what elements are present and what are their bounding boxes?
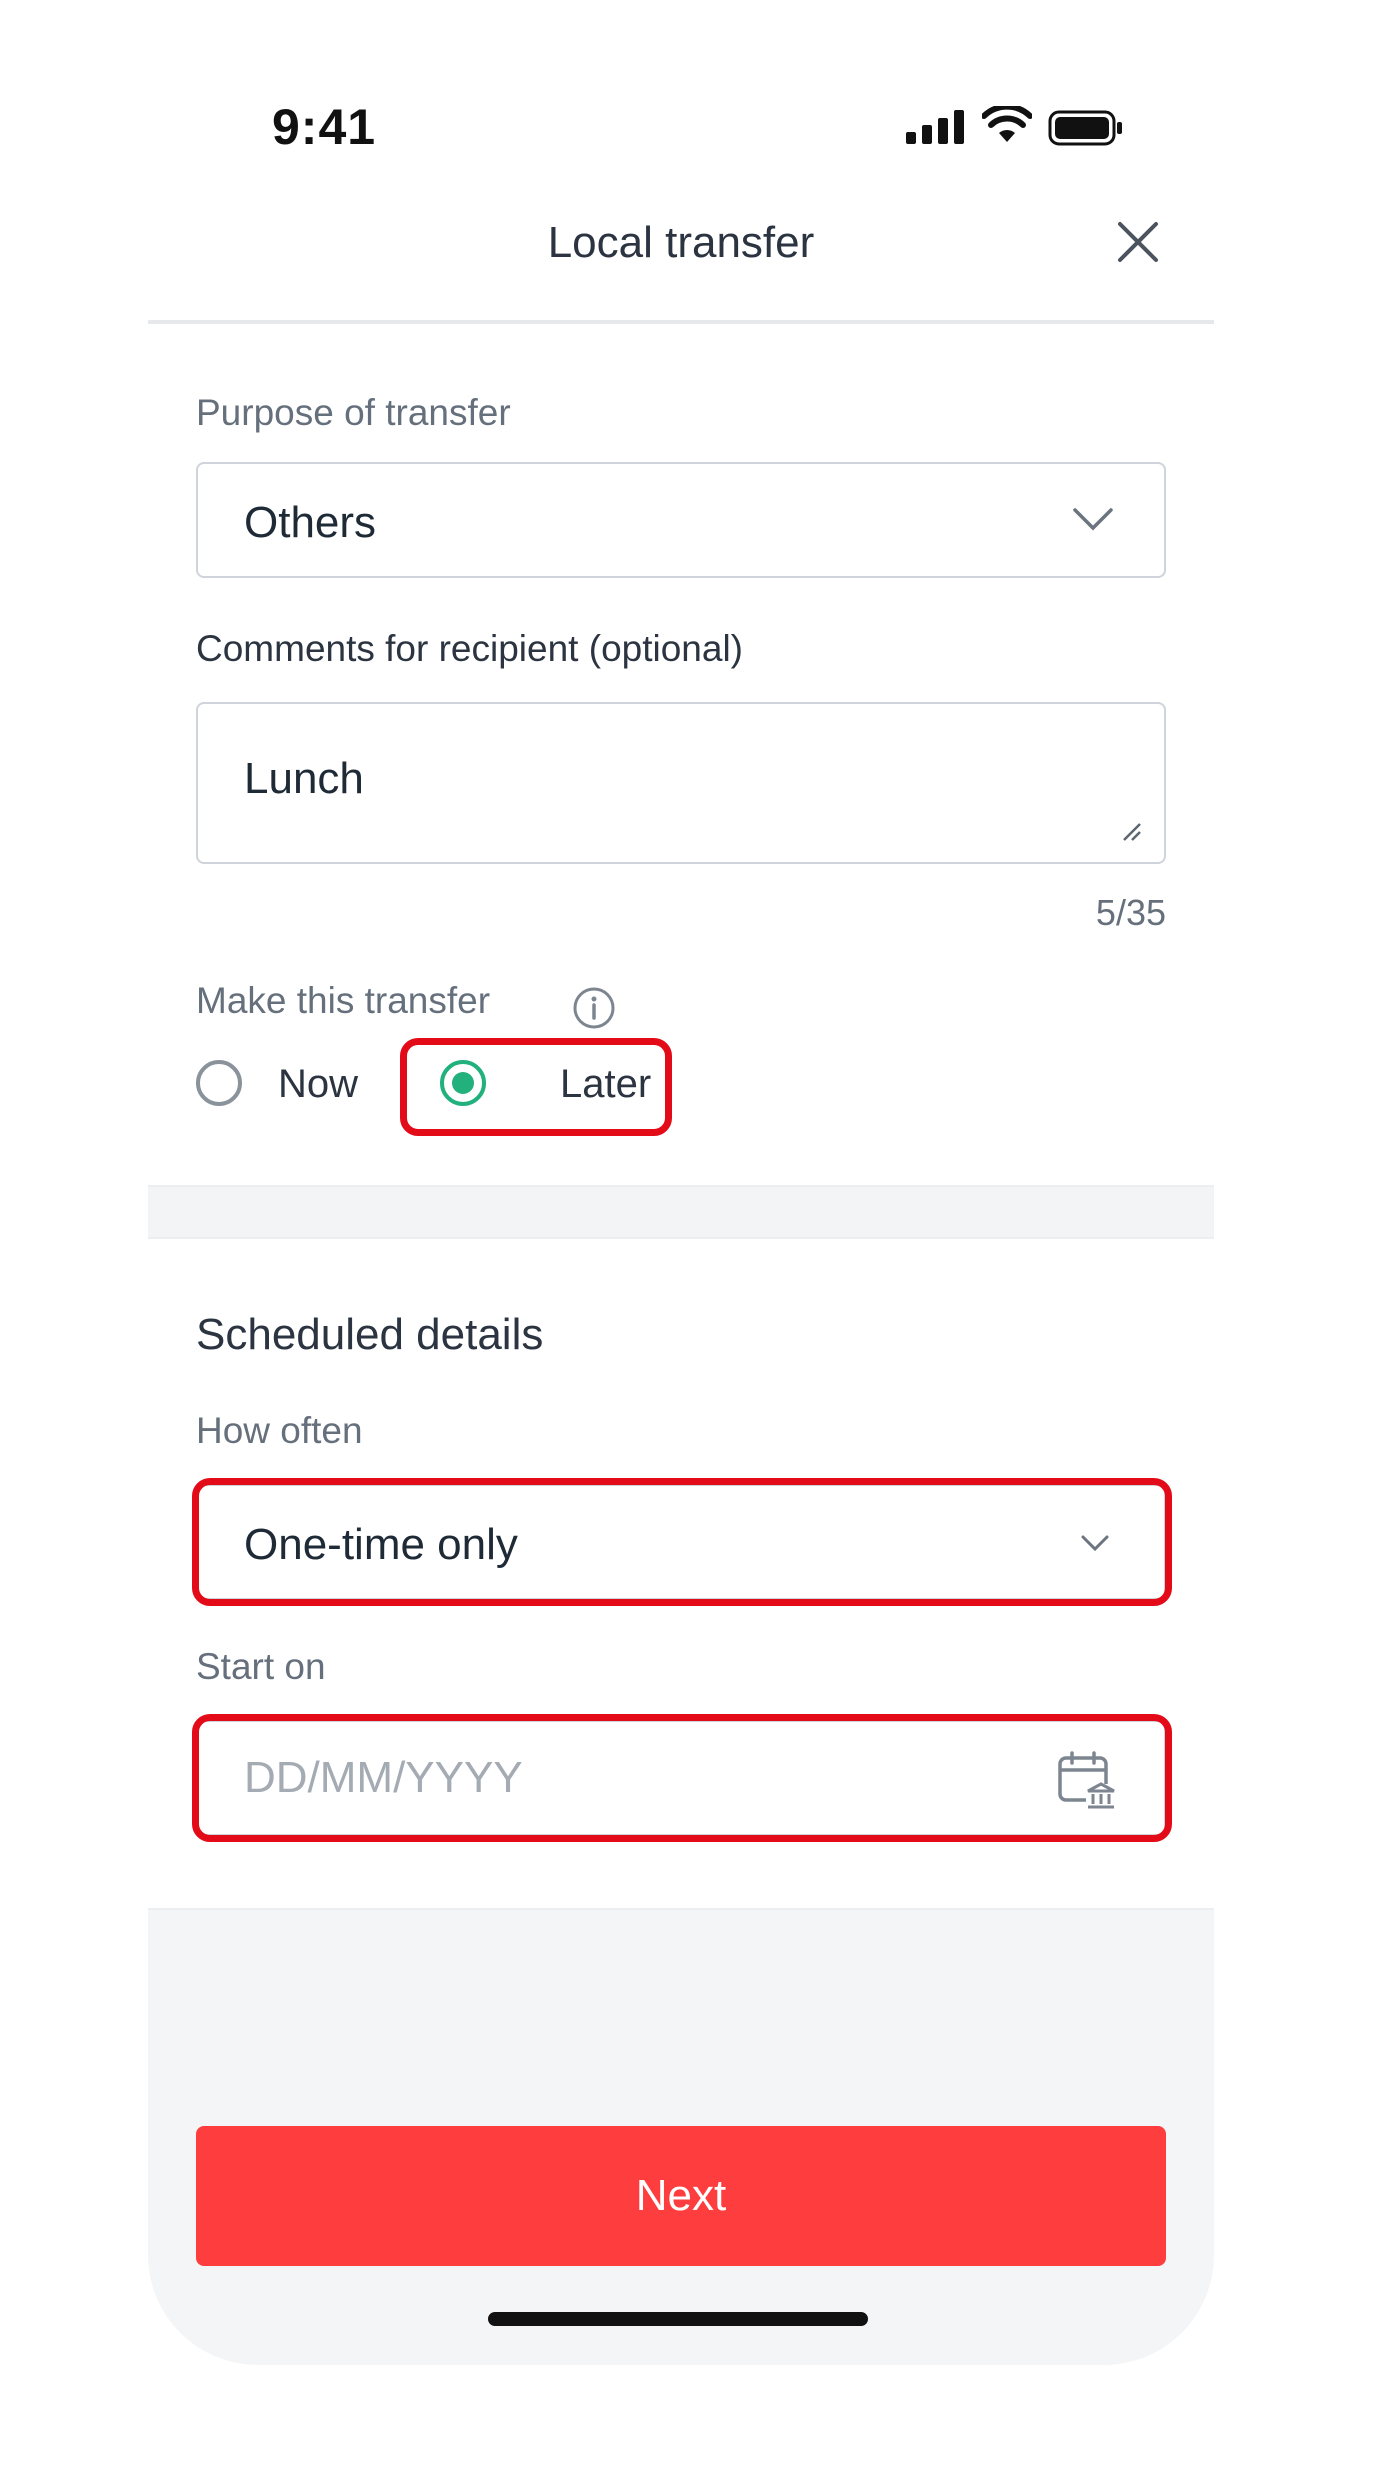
comments-textarea[interactable]: Lunch — [196, 702, 1166, 864]
comments-value: Lunch — [244, 754, 364, 803]
header: Local transfer — [148, 190, 1214, 320]
frequency-label: How often — [196, 1410, 363, 1451]
start-date-input[interactable] — [242, 1752, 1006, 1804]
phone-screen: 9:41 Local transfer Purpose of transfer … — [148, 0, 1214, 2365]
scheduled-details-title: Scheduled details — [196, 1310, 544, 1359]
home-indicator — [488, 2312, 868, 2326]
header-divider — [148, 320, 1214, 324]
footer: Next — [148, 1908, 1214, 2365]
comments-label: Comments for recipient (optional) — [196, 628, 743, 669]
info-icon[interactable] — [572, 986, 616, 1030]
resize-handle-icon[interactable] — [1120, 820, 1142, 842]
close-icon[interactable] — [1108, 212, 1168, 272]
frequency-select[interactable]: One-time only — [196, 1484, 1166, 1600]
timing-label: Make this transfer — [196, 980, 491, 1021]
start-date-label: Start on — [196, 1646, 326, 1687]
signal-icon — [906, 110, 964, 144]
radio-later[interactable] — [440, 1060, 486, 1106]
battery-icon — [1048, 110, 1122, 146]
wifi-icon — [982, 106, 1032, 142]
purpose-select[interactable]: Others — [196, 462, 1166, 578]
chevron-down-icon — [1073, 508, 1113, 531]
section-divider — [148, 1185, 1214, 1239]
chevron-down-icon — [1081, 1535, 1109, 1552]
radio-now[interactable] — [196, 1060, 242, 1106]
frequency-value: One-time only — [244, 1520, 518, 1569]
calendar-icon[interactable] — [1056, 1750, 1118, 1812]
page-title: Local transfer — [547, 218, 815, 267]
character-counter: 5/35 — [1095, 892, 1166, 933]
status-time: 9:41 — [272, 99, 377, 155]
purpose-value: Others — [244, 498, 377, 547]
start-date-field[interactable] — [196, 1720, 1166, 1836]
purpose-label: Purpose of transfer — [196, 392, 511, 433]
radio-now-label: Now — [278, 1062, 359, 1106]
next-button[interactable]: Next — [196, 2126, 1166, 2266]
radio-later-label: Later — [560, 1062, 652, 1106]
status-bar: 9:41 — [148, 0, 1214, 190]
